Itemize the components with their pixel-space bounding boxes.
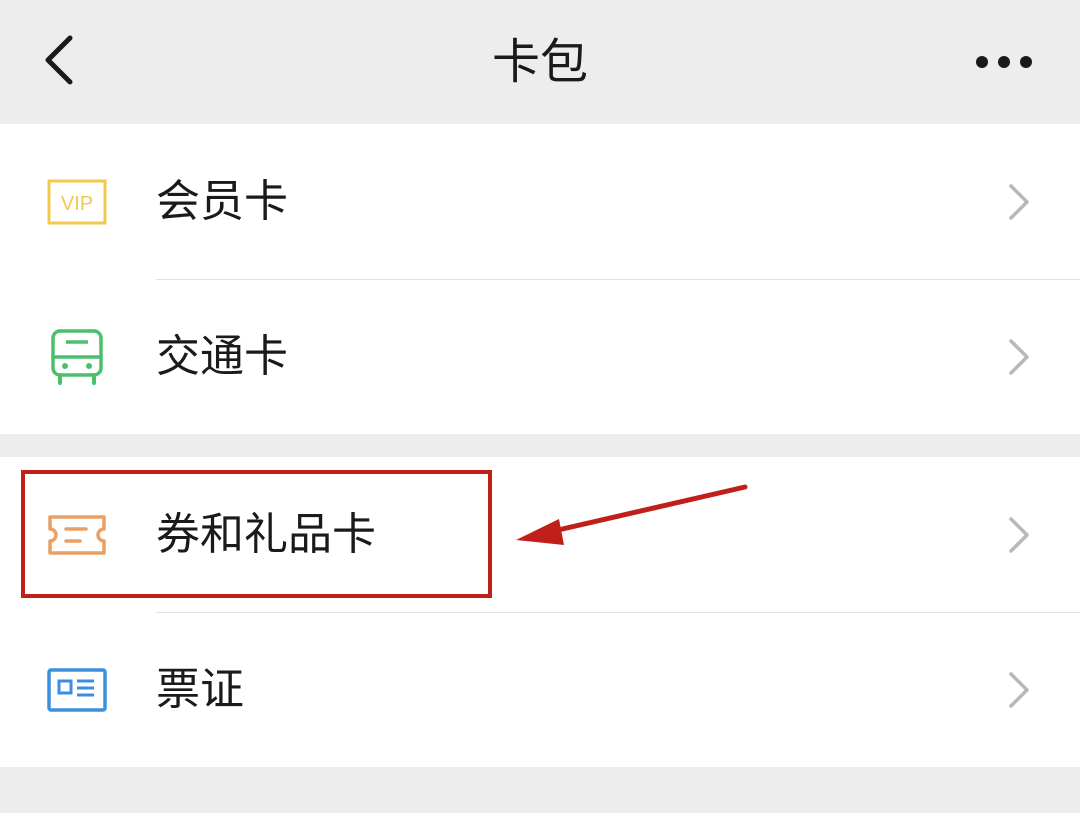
chevron-right-icon	[1006, 337, 1032, 377]
list-item-label: 交通卡	[156, 331, 288, 382]
chevron-right-icon	[1006, 670, 1032, 710]
list-item-label: 会员卡	[156, 176, 288, 227]
chevron-right-icon	[1006, 182, 1032, 222]
list-item-label: 票证	[156, 664, 244, 715]
navigation-bar: 卡包	[0, 0, 1080, 124]
vip-card-icon: VIP	[46, 172, 108, 232]
list-item-transit-card[interactable]: 交通卡	[0, 279, 1080, 434]
bus-icon	[46, 327, 108, 387]
highlight-box	[21, 470, 492, 598]
chevron-right-icon	[1006, 515, 1032, 555]
list-item-tickets-ids[interactable]: 票证	[0, 612, 1080, 767]
annotation-arrow-icon	[500, 470, 760, 560]
id-card-icon	[46, 660, 108, 720]
more-dots-icon[interactable]	[968, 40, 1040, 84]
svg-text:VIP: VIP	[61, 193, 93, 215]
list-item-membership-card[interactable]: VIP 会员卡	[0, 124, 1080, 279]
page-title: 卡包	[491, 34, 588, 90]
card-group-1: VIP 会员卡 交通卡	[0, 124, 1080, 434]
